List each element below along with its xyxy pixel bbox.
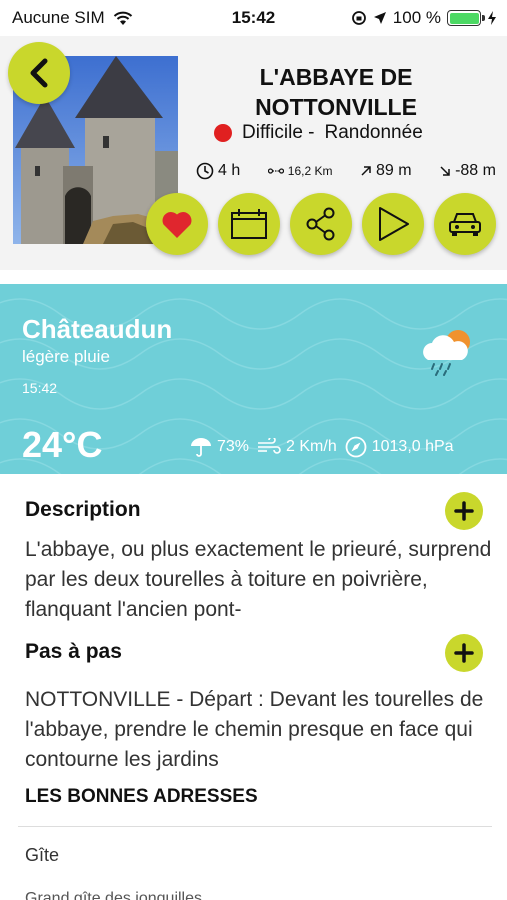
back-button[interactable] bbox=[8, 42, 70, 104]
compass-icon bbox=[345, 436, 367, 458]
elevation-up-value: 89 m bbox=[375, 162, 412, 179]
chevron-left-icon bbox=[30, 58, 48, 88]
share-icon bbox=[306, 207, 335, 241]
duration-value: 4 h bbox=[218, 162, 241, 179]
weather-card: Châteaudun légère pluie 15:42 24°C 73% 2… bbox=[0, 284, 507, 474]
addresses-divider bbox=[18, 826, 492, 827]
arrow-down-right-icon bbox=[440, 166, 450, 176]
addresses-category: Gîte bbox=[25, 845, 60, 865]
rotation-lock-icon bbox=[351, 11, 366, 25]
steps-title: Pas à pas bbox=[25, 640, 122, 663]
pressure-value: 1013,0 hPa bbox=[371, 438, 454, 455]
location-icon bbox=[373, 12, 386, 24]
distance-icon bbox=[267, 168, 284, 174]
distance-stat: 16,2 Km bbox=[267, 164, 333, 178]
trail-title-line2: NOTTONVILLE bbox=[255, 94, 417, 120]
distance-value: 16,2 Km bbox=[287, 164, 333, 178]
battery-icon bbox=[447, 10, 485, 26]
steps-text: NOTTONVILLE - Départ : Devant les tourel… bbox=[25, 688, 484, 771]
wind-icon bbox=[258, 438, 281, 454]
weather-time: 15:42 bbox=[22, 380, 58, 396]
difficulty-label: Difficile - bbox=[242, 122, 315, 143]
heart-icon bbox=[162, 212, 192, 238]
battery-label: 100 % bbox=[392, 8, 441, 27]
steps-expand-button[interactable] bbox=[445, 634, 483, 672]
status-bar: Aucune SIM 15:42 100 % bbox=[0, 0, 507, 36]
status-right: 100 % bbox=[351, 8, 497, 28]
weather-temperature: 24°C bbox=[22, 424, 103, 465]
address-item[interactable]: Grand gîte des jonquilles bbox=[25, 890, 202, 900]
calendar-icon bbox=[231, 209, 267, 239]
difficulty-dot-icon bbox=[214, 124, 232, 142]
elevation-up-stat: 89 m bbox=[360, 162, 412, 180]
humidity-metric: 73% bbox=[190, 437, 249, 457]
trail-difficulty: Difficile - Randonnée bbox=[214, 122, 423, 144]
humidity-value: 73% bbox=[217, 438, 250, 455]
calendar-button[interactable] bbox=[218, 193, 280, 255]
car-icon bbox=[449, 213, 481, 236]
description-text: L'abbaye, ou plus exactement le prieuré,… bbox=[25, 538, 492, 621]
elevation-down-stat: -88 m bbox=[439, 162, 496, 180]
action-bar bbox=[146, 193, 496, 255]
wind-value: 2 Km/h bbox=[286, 438, 337, 455]
pressure-metric: 1013,0 hPa bbox=[345, 436, 454, 458]
drive-button[interactable] bbox=[434, 193, 496, 255]
play-icon bbox=[379, 207, 409, 241]
weather-metrics: 73% 2 Km/h 1013,0 hPa bbox=[190, 436, 454, 458]
description-expand-button[interactable] bbox=[445, 492, 483, 530]
addresses-title: LES BONNES ADRESSES bbox=[25, 786, 258, 807]
trail-title: L'ABBAYE DE NOTTONVILLE bbox=[186, 62, 486, 122]
clock-icon bbox=[196, 162, 214, 180]
plus-icon bbox=[454, 643, 474, 663]
arrow-up-right-icon bbox=[361, 166, 371, 176]
favorite-button[interactable] bbox=[146, 193, 208, 255]
activity-label: Randonnée bbox=[324, 122, 423, 143]
trail-title-line1: L'ABBAYE DE bbox=[259, 64, 413, 90]
share-button[interactable] bbox=[290, 193, 352, 255]
plus-icon bbox=[454, 501, 474, 521]
trail-stats: 4 h 16,2 Km 89 m -88 m bbox=[196, 162, 496, 180]
elevation-down-value: -88 m bbox=[455, 162, 496, 179]
trail-header: L'ABBAYE DE NOTTONVILLE Difficile - Rand… bbox=[0, 36, 507, 270]
light-rain-icon bbox=[423, 330, 470, 376]
description-title: Description bbox=[25, 498, 141, 521]
wind-metric: 2 Km/h bbox=[257, 438, 337, 456]
duration-stat: 4 h bbox=[196, 162, 240, 180]
charging-icon bbox=[488, 11, 496, 25]
play-button[interactable] bbox=[362, 193, 424, 255]
umbrella-icon bbox=[191, 438, 211, 457]
weather-condition: légère pluie bbox=[22, 347, 110, 366]
weather-city: Châteaudun bbox=[22, 314, 173, 344]
